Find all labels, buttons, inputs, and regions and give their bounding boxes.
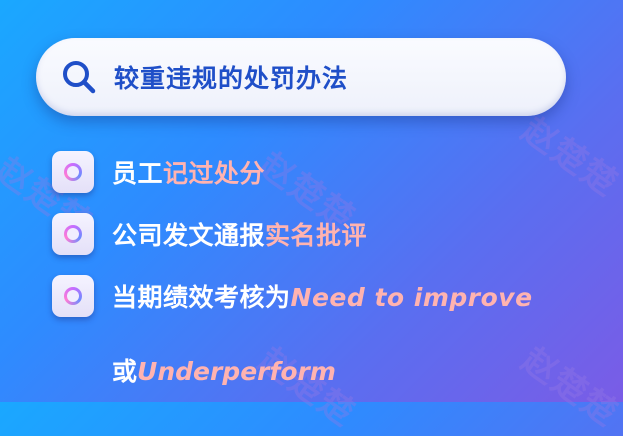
item-prefix: 员工 <box>112 159 164 188</box>
search-bar[interactable]: 较重违规的处罚办法 <box>36 38 566 116</box>
bullet-icon <box>52 151 94 193</box>
list-item: 员工记过处分 <box>52 150 612 194</box>
continuation-prefix: 或 <box>112 357 138 386</box>
list-item-text: 员工记过处分 <box>112 154 265 190</box>
watermark-text-5: 赵楚楚 <box>514 340 623 435</box>
list-item: 公司发文通报实名批评 <box>52 212 612 256</box>
list-item: 当期绩效考核为Need to improve <box>52 274 612 318</box>
list-item-continuation: 或Underperform <box>112 352 336 388</box>
item-highlight: 实名批评 <box>265 221 368 250</box>
item-prefix: 当期绩效考核为 <box>112 283 291 312</box>
continuation-highlight: Underperform <box>137 357 336 386</box>
search-icon <box>58 56 100 98</box>
item-prefix: 公司发文通报 <box>112 221 266 250</box>
bullet-icon <box>52 275 94 317</box>
search-title: 较重违规的处罚办法 <box>114 64 349 93</box>
item-highlight: Need to improve <box>290 283 533 312</box>
list-item-text: 公司发文通报实名批评 <box>112 216 367 252</box>
bullet-icon <box>52 213 94 255</box>
item-highlight: 记过处分 <box>163 159 266 188</box>
penalty-list: 员工记过处分 公司发文通报实名批评 当期绩效考核为Need to improve <box>52 150 612 336</box>
list-item-text: 当期绩效考核为Need to improve <box>112 278 533 314</box>
